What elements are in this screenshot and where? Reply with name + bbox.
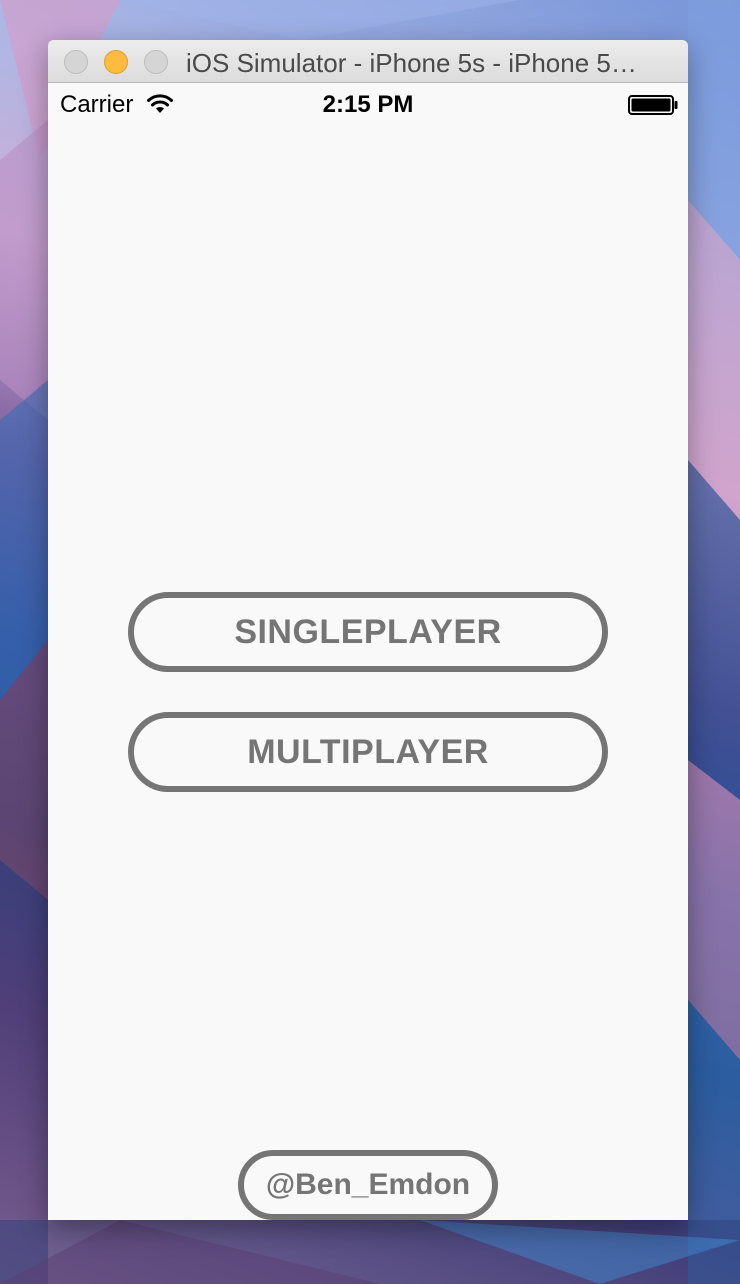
status-bar: Carrier 2:15 PM <box>48 83 688 125</box>
status-clock: 2:15 PM <box>322 91 414 118</box>
window-title: iOS Simulator - iPhone 5s - iPhone 5… <box>186 48 637 78</box>
minimize-window-button[interactable] <box>104 50 128 74</box>
multiplayer-button[interactable]: MULTIPLAYER <box>128 712 608 792</box>
singleplayer-button[interactable]: SINGLEPLAYER <box>128 592 608 672</box>
twitter-handle-button[interactable]: @Ben_Emdon <box>238 1150 498 1220</box>
simulator-window: iOS Simulator - iPhone 5s - iPhone 5… Ca… <box>48 40 688 1220</box>
close-window-button[interactable] <box>64 50 88 74</box>
battery-icon <box>628 95 678 115</box>
zoom-window-button[interactable] <box>144 50 168 74</box>
phone-screen: Carrier 2:15 PM SINGLEPLAYER MULTIPLAYER… <box>48 83 688 1220</box>
window-titlebar[interactable]: iOS Simulator - iPhone 5s - iPhone 5… <box>48 40 688 83</box>
